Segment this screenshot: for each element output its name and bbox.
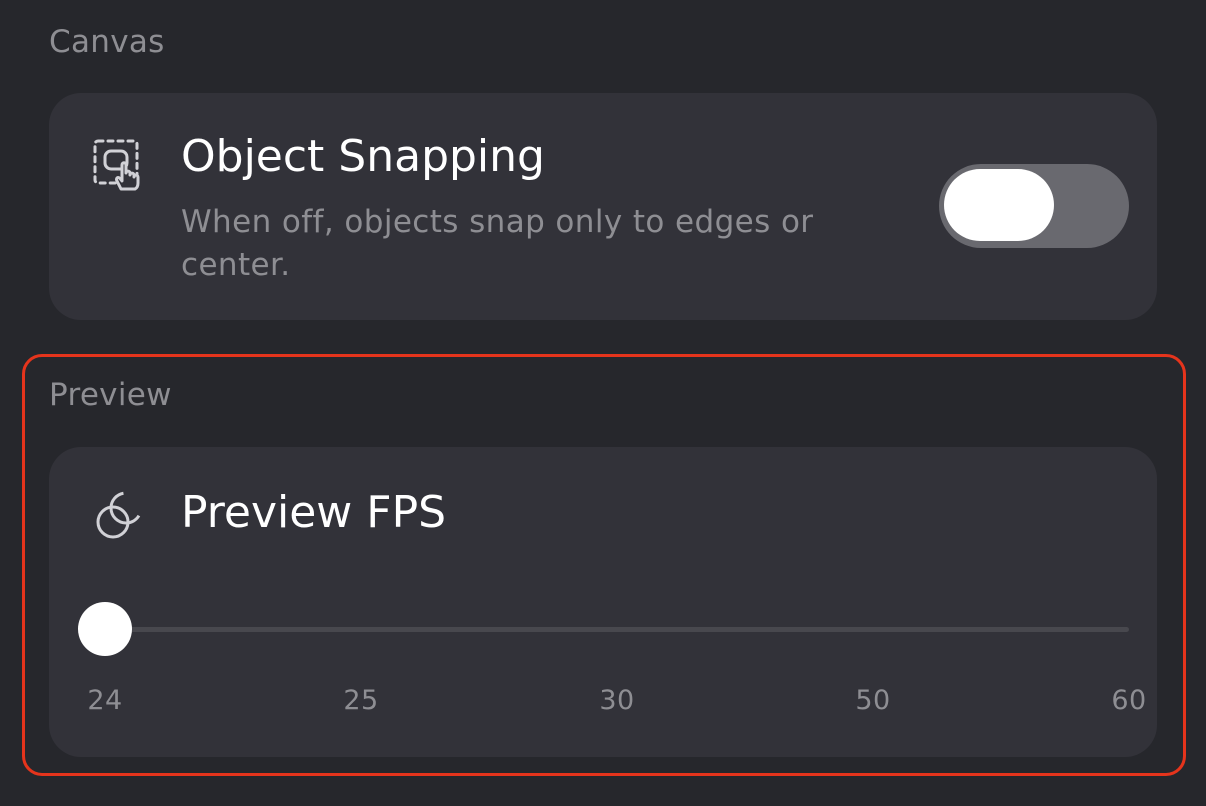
- fps-tick-label[interactable]: 25: [343, 685, 378, 716]
- fps-tick-label[interactable]: 30: [599, 685, 634, 716]
- preview-section-label: Preview: [49, 377, 172, 413]
- object-snapping-toggle[interactable]: [939, 164, 1129, 248]
- object-snapping-description: When off, objects snap only to edges or …: [181, 204, 814, 283]
- fps-tick-label[interactable]: 24: [87, 685, 122, 716]
- preview-fps-title: Preview FPS: [181, 487, 447, 538]
- object-snapping-card: Object Snapping When off, objects snap o…: [49, 93, 1157, 320]
- preview-fps-card: Preview FPS 24 25 30 50 60: [49, 447, 1157, 757]
- fps-tick-label[interactable]: 60: [1111, 685, 1146, 716]
- fps-tick-label[interactable]: 50: [855, 685, 890, 716]
- overlapping-circles-icon: [91, 487, 147, 543]
- toggle-knob: [944, 169, 1054, 241]
- fps-slider-track[interactable]: [105, 627, 1129, 632]
- object-snapping-title: Object Snapping: [181, 131, 545, 182]
- object-snapping-icon: [91, 137, 147, 193]
- canvas-section-label: Canvas: [49, 24, 165, 60]
- fps-slider-thumb[interactable]: [78, 602, 132, 656]
